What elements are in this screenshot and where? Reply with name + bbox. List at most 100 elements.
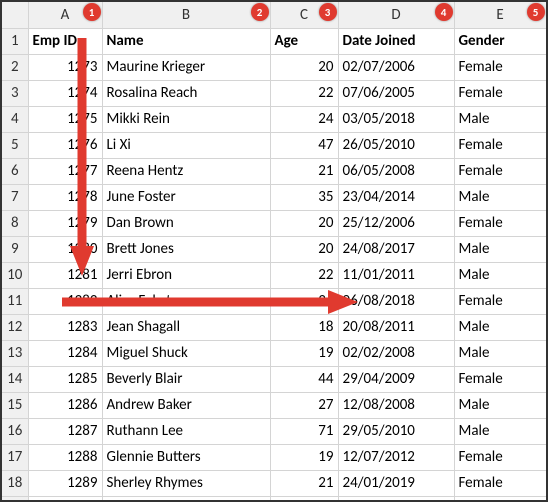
cell[interactable]: Female <box>454 210 546 236</box>
cell[interactable]: 1275 <box>28 106 102 132</box>
cell[interactable]: 21 <box>270 158 338 184</box>
cell[interactable]: Maurine Krieger <box>102 54 270 80</box>
cell[interactable]: 11/01/2011 <box>338 262 454 288</box>
cell[interactable]: 35 <box>270 184 338 210</box>
cell[interactable]: 20/08/2011 <box>338 314 454 340</box>
cell[interactable]: Miguel Shuck <box>102 340 270 366</box>
col-A[interactable]: A1 <box>28 2 102 28</box>
row-header[interactable]: 9 <box>2 236 28 262</box>
col-D[interactable]: D4 <box>338 2 454 28</box>
select-all-corner[interactable] <box>2 2 28 28</box>
cell[interactable]: Age <box>270 28 338 54</box>
cell[interactable]: Beverly Blair <box>102 366 270 392</box>
cell[interactable]: 22 <box>270 262 338 288</box>
cell[interactable]: 1288 <box>28 444 102 470</box>
cell[interactable]: Li Xi <box>102 132 270 158</box>
cell[interactable]: Jim Oyama <box>102 496 270 502</box>
row-header[interactable]: 4 <box>2 106 28 132</box>
cell[interactable]: 1287 <box>28 418 102 444</box>
cell[interactable]: Female <box>454 54 546 80</box>
cell[interactable]: 71 <box>270 418 338 444</box>
col-E[interactable]: E5 <box>454 2 546 28</box>
cell[interactable]: 1276 <box>28 132 102 158</box>
cell[interactable]: Mikki Rein <box>102 106 270 132</box>
cell[interactable]: Female <box>454 158 546 184</box>
cell[interactable]: Glennie Butters <box>102 444 270 470</box>
row-header[interactable]: 3 <box>2 80 28 106</box>
cell[interactable]: 1281 <box>28 262 102 288</box>
cell[interactable]: 1279 <box>28 210 102 236</box>
cell[interactable]: 29/04/2009 <box>338 366 454 392</box>
cell[interactable]: Male <box>454 392 546 418</box>
row-header[interactable]: 6 <box>2 158 28 184</box>
cell[interactable]: 20 <box>270 210 338 236</box>
cell[interactable]: 1278 <box>28 184 102 210</box>
cell[interactable]: 20 <box>270 54 338 80</box>
cell[interactable]: Andrew Baker <box>102 392 270 418</box>
col-C[interactable]: C3 <box>270 2 338 28</box>
cell[interactable]: 19 <box>270 340 338 366</box>
cell[interactable]: Gender <box>454 28 546 54</box>
cell[interactable]: Male <box>454 314 546 340</box>
row-header[interactable]: 15 <box>2 392 28 418</box>
row-header[interactable]: 18 <box>2 470 28 496</box>
row-header[interactable]: 12 <box>2 314 28 340</box>
cell[interactable]: 1290 <box>28 496 102 502</box>
row-header[interactable]: 8 <box>2 210 28 236</box>
cell[interactable]: 1277 <box>28 158 102 184</box>
cell[interactable]: Jerri Ebron <box>102 262 270 288</box>
cell[interactable]: 06/05/2008 <box>338 158 454 184</box>
cell[interactable]: Rosalina Reach <box>102 80 270 106</box>
cell[interactable]: Date Joined <box>338 28 454 54</box>
cell[interactable]: 1283 <box>28 314 102 340</box>
row-header[interactable]: 14 <box>2 366 28 392</box>
cell[interactable]: 1282 <box>28 288 102 314</box>
cell[interactable]: Male <box>454 236 546 262</box>
cell[interactable]: 24 <box>270 106 338 132</box>
cell[interactable]: 44 <box>270 366 338 392</box>
cell[interactable]: Jean Shagall <box>102 314 270 340</box>
cell[interactable]: 1274 <box>28 80 102 106</box>
cell[interactable]: 06/08/2018 <box>338 288 454 314</box>
cell[interactable]: 29/05/2010 <box>338 418 454 444</box>
cell[interactable]: 24/01/2019 <box>338 470 454 496</box>
cell[interactable]: 27 <box>270 392 338 418</box>
cell[interactable]: Name <box>102 28 270 54</box>
cell[interactable]: Male <box>454 496 546 502</box>
cell[interactable]: Female <box>454 132 546 158</box>
col-B[interactable]: B2 <box>102 2 270 28</box>
cell[interactable]: 19 <box>270 444 338 470</box>
row-1-header[interactable]: 1 <box>2 28 28 54</box>
cell[interactable]: June Foster <box>102 184 270 210</box>
cell[interactable]: Female <box>454 80 546 106</box>
cell[interactable]: 20 <box>270 236 338 262</box>
cell[interactable]: Female <box>454 470 546 496</box>
cell[interactable]: 03/05/2018 <box>338 106 454 132</box>
cell[interactable]: 18 <box>270 314 338 340</box>
cell[interactable]: Female <box>454 366 546 392</box>
cell[interactable]: Dan Brown <box>102 210 270 236</box>
row-header[interactable]: 10 <box>2 262 28 288</box>
row-header[interactable]: 5 <box>2 132 28 158</box>
row-header[interactable]: 11 <box>2 288 28 314</box>
cell[interactable]: 24/08/2017 <box>338 236 454 262</box>
cell[interactable]: 12/07/2012 <box>338 444 454 470</box>
cell[interactable]: Brett Jones <box>102 236 270 262</box>
cell[interactable]: Ruthann Lee <box>102 418 270 444</box>
cell[interactable]: 1284 <box>28 340 102 366</box>
cell[interactable]: 07/06/2005 <box>338 80 454 106</box>
cell[interactable]: Aliza Fekete <box>102 288 270 314</box>
cell[interactable]: 34 <box>270 288 338 314</box>
cell[interactable]: 02/07/2006 <box>338 54 454 80</box>
cell[interactable]: Female <box>454 288 546 314</box>
row-header[interactable]: 19 <box>2 496 28 502</box>
cell[interactable]: Female <box>454 444 546 470</box>
cell[interactable]: Male <box>454 106 546 132</box>
row-header[interactable]: 13 <box>2 340 28 366</box>
cell[interactable]: 47 <box>270 132 338 158</box>
cell[interactable]: 1285 <box>28 366 102 392</box>
cell[interactable]: 1286 <box>28 392 102 418</box>
cell[interactable]: Male <box>454 184 546 210</box>
cell[interactable]: 21 <box>270 470 338 496</box>
row-header[interactable]: 17 <box>2 444 28 470</box>
